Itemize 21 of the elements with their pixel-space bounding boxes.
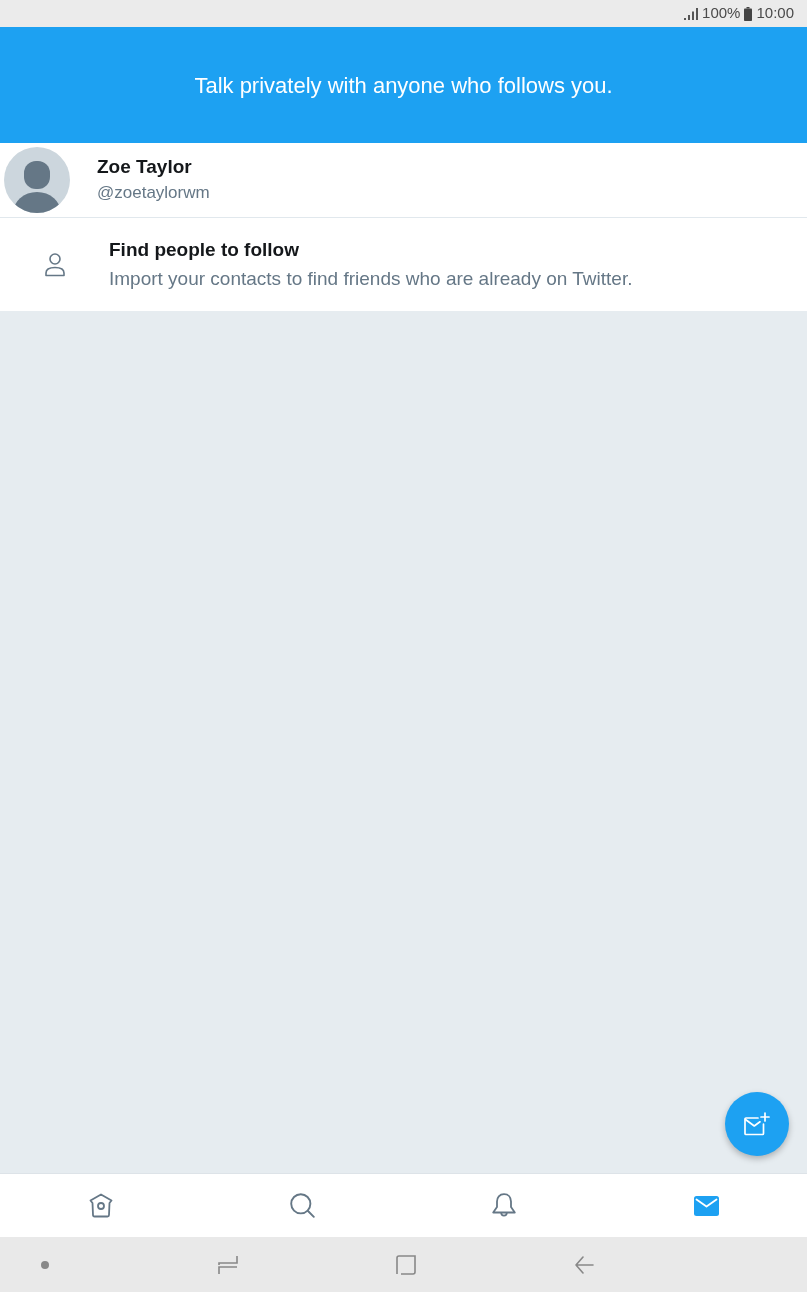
account-row[interactable]: Zoe Taylor @zoetaylorwm (0, 143, 807, 218)
new-message-button[interactable] (725, 1092, 789, 1156)
account-name: Zoe Taylor (97, 155, 193, 179)
recent-apps-icon[interactable] (217, 1254, 238, 1275)
battery-icon (744, 6, 753, 21)
envelope-icon (693, 1195, 719, 1216)
clock: 10:00 (756, 3, 794, 24)
signal-icon (684, 7, 699, 20)
battery-percentage: 100% (702, 3, 741, 24)
house-icon (88, 1193, 113, 1218)
search-icon (290, 1193, 316, 1218)
dot-icon[interactable] (41, 1260, 49, 1269)
envelope-plus-icon (744, 1112, 770, 1136)
find-people-row[interactable]: Find people to follow Import your contacts to find friends who are already on Twitter. (0, 218, 807, 311)
find-people-title: Find people to follow (109, 238, 300, 262)
account-handle: @zoetaylorwm (97, 182, 210, 204)
banner-text: Talk privately with anyone who follows you. (194, 71, 613, 100)
back-arrow-icon[interactable] (574, 1255, 595, 1274)
bell-icon (492, 1193, 517, 1218)
person-icon (44, 252, 65, 277)
find-people-description: Import your contacts to find friends who are already on Twitter. (109, 267, 633, 291)
